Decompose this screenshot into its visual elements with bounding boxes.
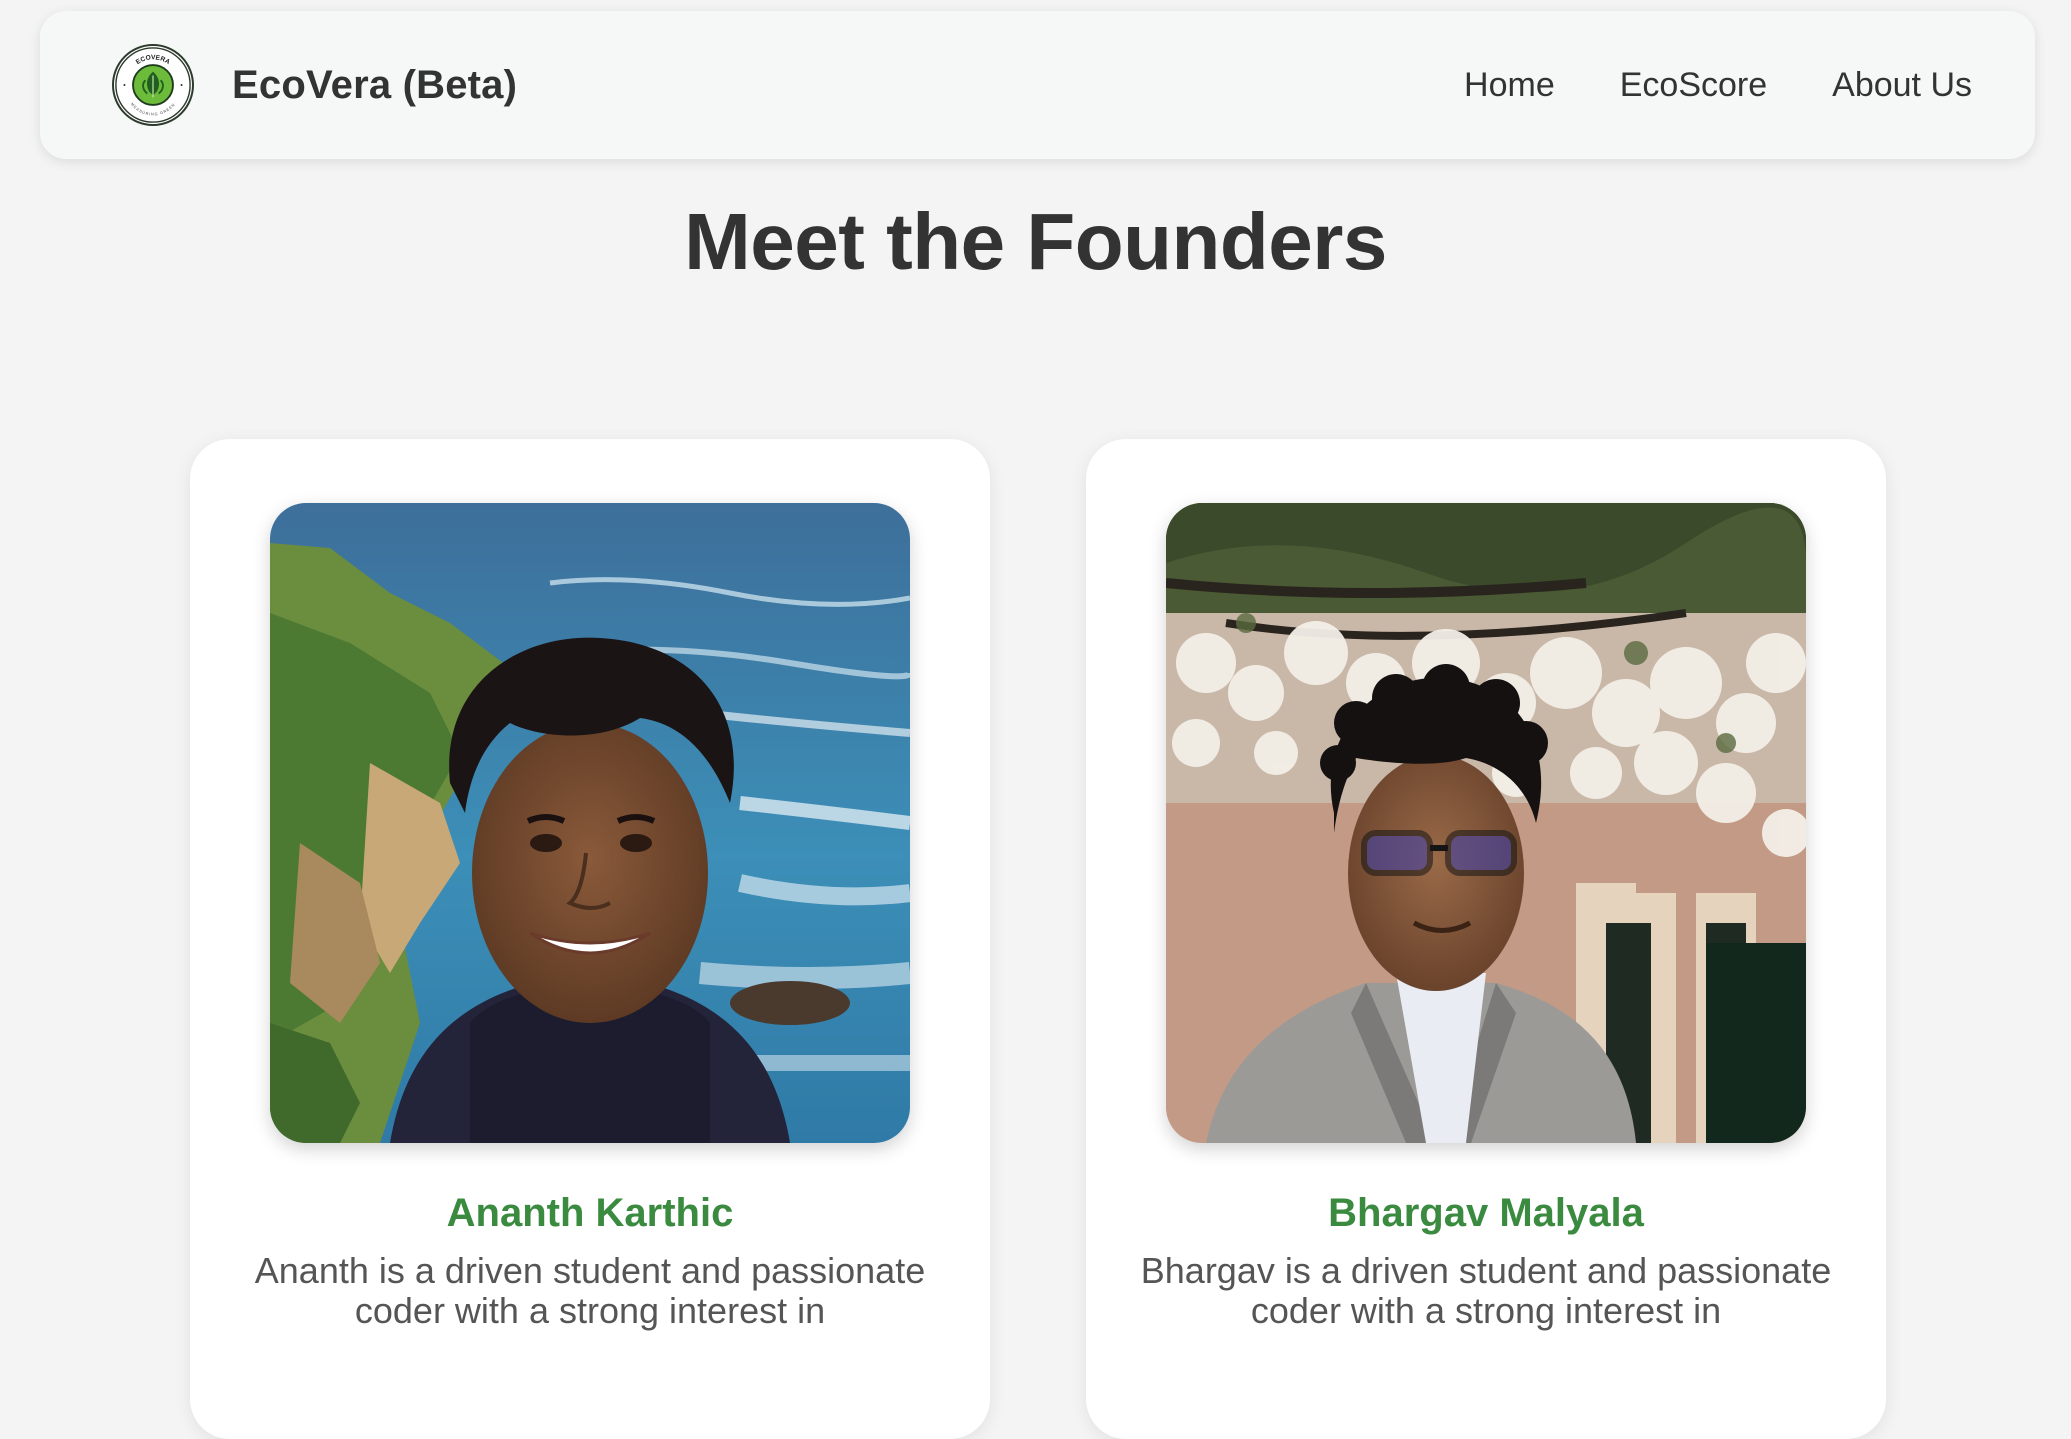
navbar: ECOVERA MEASURING GREEN EcoVera (Beta) H… xyxy=(40,11,2035,159)
founder-photo-ananth xyxy=(270,503,910,1143)
brand[interactable]: ECOVERA MEASURING GREEN EcoVera (Beta) xyxy=(112,44,517,126)
nav-link-about-us[interactable]: About Us xyxy=(1832,66,1972,105)
page-title: Meet the Founders xyxy=(684,197,1387,286)
main-nav: Home EcoScore About Us xyxy=(1464,66,1972,105)
brand-title[interactable]: EcoVera (Beta) xyxy=(232,63,517,108)
founder-card-ananth: Ananth Karthic Ananth is a driven studen… xyxy=(190,439,990,1439)
ecovera-logo[interactable]: ECOVERA MEASURING GREEN xyxy=(112,44,194,126)
founder-name: Bhargav Malyala xyxy=(1328,1191,1644,1235)
founder-photo-bhargav xyxy=(1166,503,1806,1143)
nav-link-ecoscore[interactable]: EcoScore xyxy=(1620,66,1767,105)
nav-link-home[interactable]: Home xyxy=(1464,66,1555,105)
founder-bio: Bhargav is a driven student and passiona… xyxy=(1140,1250,1832,1331)
founder-bio: Ananth is a driven student and passionat… xyxy=(254,1250,926,1331)
founder-card-bhargav: Bhargav Malyala Bhargav is a driven stud… xyxy=(1086,439,1886,1439)
founder-name: Ananth Karthic xyxy=(446,1191,734,1235)
